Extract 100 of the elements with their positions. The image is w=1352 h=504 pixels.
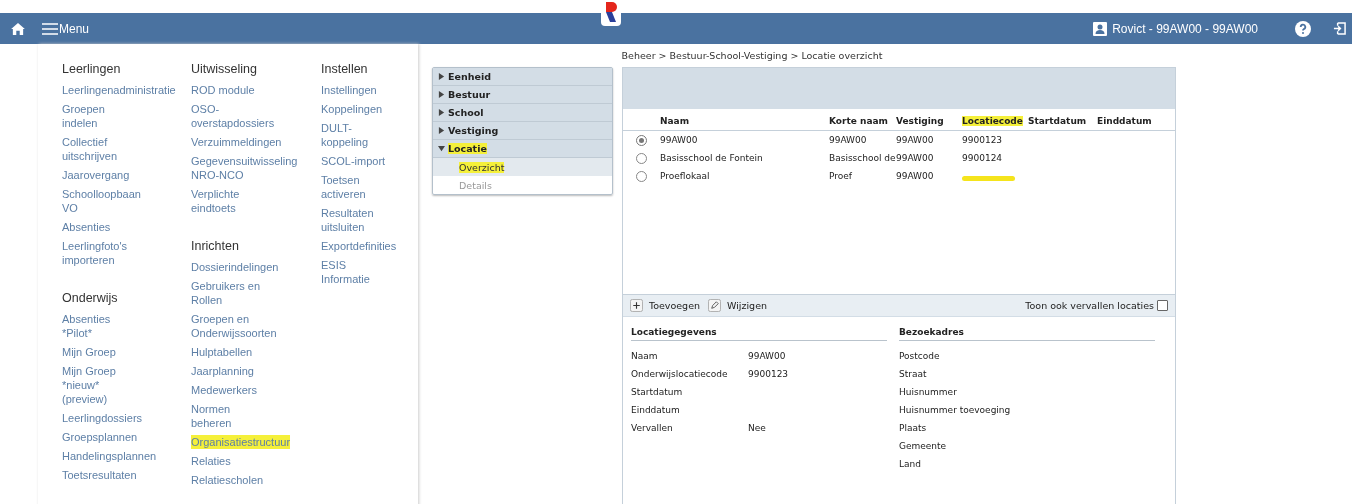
menu-link[interactable]: Jaarovergang [62,168,130,182]
column-header: Startdatum [1028,115,1088,126]
column-header: Locatiecode [962,115,1024,126]
radio-button[interactable] [636,170,647,182]
menu-link[interactable]: Handelingsplannen [62,449,157,463]
menu-link[interactable]: Jaarplanning [191,364,254,378]
menu-link[interactable]: Leerlingdossiers [62,411,143,425]
menu-link[interactable]: Mijn Groep [62,345,116,359]
triangle-icon [438,109,445,116]
menu-heading: Leerlingen [62,61,122,77]
edit-button[interactable]: Wijzigen [708,299,768,312]
user-name[interactable]: Rovict - 99AW00 - 99AW00 [1112,21,1258,36]
menu-link[interactable]: SCOL-import [321,154,386,168]
column-header: Vestiging [896,115,945,126]
pencil-icon [708,299,722,312]
field-label: Naam [631,351,659,361]
column-header: Naam [660,115,691,126]
menu-link[interactable]: Dossierindelingen [191,260,279,274]
tree-label: School [448,107,484,118]
menu-link[interactable]: Groepen indelen [62,102,105,130]
menu-link[interactable]: Medewerkers [191,383,258,397]
menu-link[interactable]: Mijn Groep *nieuw* (preview) [62,364,116,406]
menu-link[interactable]: Exportdefinities [321,239,397,253]
triangle-icon [438,73,445,80]
breadcrumb: Beheer > Bestuur-School-Vestiging > Locatie overzicht [620,49,884,63]
menu-link[interactable]: Collectief uitschrijven [62,135,118,163]
checkbox[interactable] [1157,300,1168,311]
tree-label: Vestiging [448,125,499,136]
table-cell: Basisschool de [829,153,896,163]
field-label: Startdatum [631,387,684,397]
field-value: Nee [748,423,766,433]
table-cell-text: 99AW00 [896,153,935,163]
table-cell-text: 9900123 [962,135,1004,145]
field-label: Einddatum [631,405,681,415]
menu-link[interactable]: Instellingen [321,83,377,97]
home-icon[interactable] [11,22,25,35]
menu-link[interactable]: Organisatiestructuur [191,435,291,449]
menu-link[interactable]: Leerlingfoto's importeren [62,239,128,267]
menu-heading: Instellen [321,61,369,77]
menu-link[interactable]: Groepsplannen [62,430,138,444]
tree-node[interactable]: Eenheid [433,68,612,86]
menu-link[interactable]: Groepen en Onderwijssoorten [191,312,277,340]
radio-button[interactable] [636,134,647,146]
field-label: Straat [899,369,928,379]
column-header: Korte naam [829,115,889,126]
field-label: Onderwijslocatiecode [631,369,729,379]
menu-icon [42,22,58,35]
field-label: Huisnummer [899,387,958,397]
menu-link[interactable]: Koppelingen [321,102,383,116]
highlight-mark [962,175,1015,181]
menu-link[interactable]: ESIS Informatie [321,258,370,286]
field-label: Plaats [899,423,928,433]
menu-button[interactable]: Menu [42,21,90,36]
tree-node[interactable]: Locatie [433,140,612,158]
menu-link[interactable]: Toetsresultaten [62,468,137,482]
add-button[interactable]: Toevoegen [630,299,701,312]
radio-button[interactable] [636,152,647,164]
menu-link[interactable]: Gebruikers en Rollen [191,279,261,307]
section-heading: Bezoekadres [899,327,1155,341]
table-cell-text: Basisschool de Fontein [660,153,764,163]
menu-link[interactable]: Verzuimmeldingen [191,135,282,149]
tree-child[interactable]: Details [433,176,612,194]
checkbox-label: Toon ook vervallen locaties [1025,300,1154,311]
field-label: Huisnummer toevoeging [899,405,1012,415]
tree-label: Eenheid [448,71,491,82]
menu-link[interactable]: ROD module [191,83,255,97]
menu-link[interactable]: Absenties [62,220,111,234]
logout-icon[interactable] [1333,22,1346,35]
help-icon[interactable] [1295,20,1311,37]
menu-link[interactable]: Normen beheren [191,402,232,430]
triangle-icon [438,127,445,134]
menu-link[interactable]: Verplichte eindtoets [191,187,240,215]
menu-link[interactable]: Gegevensuitwisseling NRO-NCO [191,154,298,182]
triangle-icon [438,145,445,152]
plus-icon [630,299,643,312]
table-cell-text: 9900124 [962,153,1004,163]
menu-heading: Uitwisseling [191,61,258,77]
menu-link[interactable]: Relatiescholen [191,473,264,487]
menu-link[interactable]: DULT- koppeling [321,121,369,149]
tree-node[interactable]: Vestiging [433,122,612,140]
field-label: Vervallen [631,423,674,433]
field-label: Land [899,459,922,469]
menu-link[interactable]: OSO- overstapdossiers [191,102,275,130]
menu-link[interactable]: Resultaten uitsluiten [321,206,374,234]
menu-link[interactable]: Toetsen activeren [321,173,366,201]
menu-link[interactable]: Leerlingenadministratie [62,83,176,97]
field-label: Gemeente [899,441,948,451]
tree-node[interactable]: Bestuur [433,86,612,104]
column-header: Einddatum [1097,115,1153,126]
field-value: 99AW00 [748,351,786,361]
table-cell-text: Proeflokaal [660,171,711,181]
menu-link[interactable]: Hulptabellen [191,345,253,359]
tree-node[interactable]: School [433,104,612,122]
table-cell-text: 99AW00 [829,135,868,145]
user-icon [1093,21,1108,36]
menu-link[interactable]: Absenties *Pilot* [62,312,111,340]
field-value: 9900123 [748,369,789,379]
menu-link[interactable]: Relaties [191,454,231,468]
menu-link[interactable]: Schoolloopbaan VO [62,187,141,215]
menu-heading: Onderwijs [62,290,119,306]
